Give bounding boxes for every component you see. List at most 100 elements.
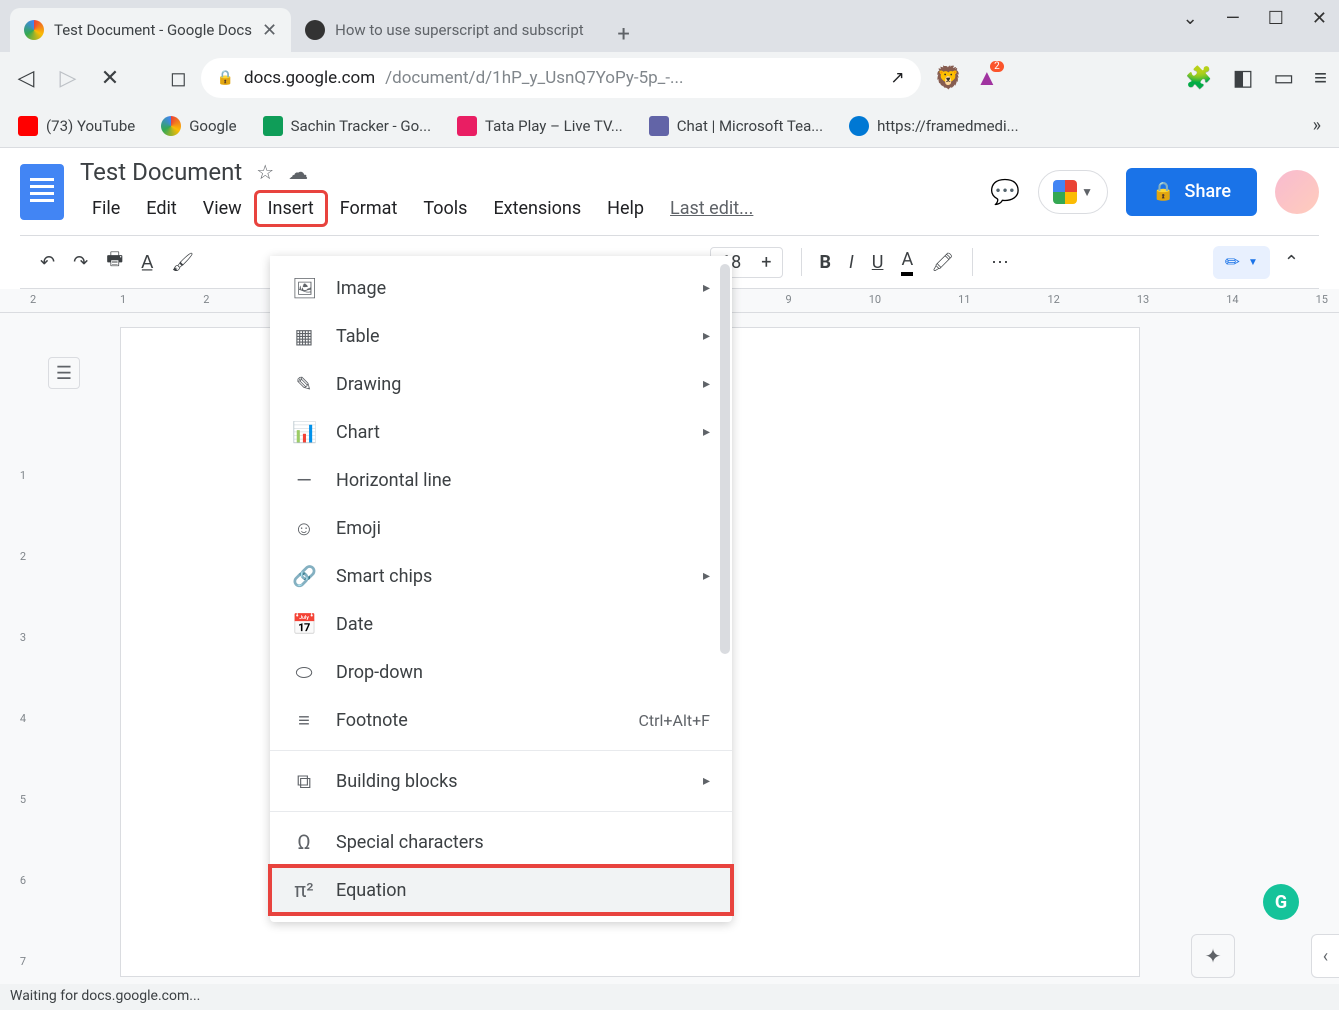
status-bar: Waiting for docs.google.com... (0, 984, 1339, 1010)
docs-logo-icon[interactable] (20, 164, 64, 220)
menu-help[interactable]: Help (595, 192, 656, 225)
browser-tab-inactive[interactable]: How to use superscript and subscript (291, 8, 598, 52)
tab-favicon-icon (305, 20, 325, 40)
text-color-button[interactable]: A (901, 249, 913, 276)
menu-file[interactable]: File (80, 192, 132, 225)
side-panel-toggle[interactable]: ‹ (1311, 934, 1339, 978)
menu-item-label: Equation (336, 880, 406, 901)
new-tab-button[interactable]: + (606, 16, 642, 52)
undo-button[interactable]: ↶ (40, 252, 55, 273)
bookmark-framed[interactable]: https://framedmedi... (849, 116, 1018, 136)
menu-extensions[interactable]: Extensions (481, 192, 593, 225)
chart-icon: 📊 (292, 420, 316, 444)
address-bar[interactable]: 🔒 docs.google.com/document/d/1hP_y_UsnQ7… (201, 58, 921, 98)
ruler-mark: 2 (203, 293, 209, 306)
ruler-mark: 11 (958, 293, 970, 306)
bold-button[interactable]: B (820, 252, 832, 273)
smart-chips-icon: 🔗 (292, 564, 316, 588)
underline-button[interactable]: U (872, 252, 884, 273)
bookmark-page-icon[interactable]: ◻ (170, 66, 187, 90)
print-button[interactable]: 🖶 (106, 247, 123, 277)
insert-menu-item-building-blocks[interactable]: ⧉Building blocks▸ (270, 757, 732, 805)
meet-button[interactable]: ▼ (1038, 170, 1108, 214)
bookmark-sheets[interactable]: Sachin Tracker - Go... (263, 116, 431, 136)
chevron-right-icon: ▸ (703, 773, 710, 789)
insert-menu-item-horizontal-line[interactable]: —Horizontal line (270, 456, 732, 504)
back-button[interactable]: ◁ (12, 66, 40, 91)
insert-menu-item-emoji[interactable]: ☺Emoji (270, 504, 732, 552)
minimize-icon[interactable]: — (1226, 8, 1240, 29)
share-url-icon[interactable]: ↗ (890, 68, 904, 88)
redo-button[interactable]: ↷ (73, 252, 88, 273)
browser-tab-active[interactable]: Test Document - Google Docs ✕ (10, 8, 291, 52)
insert-menu-item-smart-chips[interactable]: 🔗Smart chips▸ (270, 552, 732, 600)
sidebar-toggle-icon[interactable]: ◧ (1233, 66, 1254, 91)
insert-menu-item-drawing[interactable]: ✎Drawing▸ (270, 360, 732, 408)
url-host: docs.google.com (244, 68, 375, 88)
window-dropdown-icon[interactable]: ⌄ (1183, 8, 1198, 29)
chevron-down-icon: ▼ (1081, 185, 1093, 199)
explore-button[interactable]: ✦ (1191, 934, 1235, 978)
grammarly-icon[interactable]: G (1263, 884, 1299, 920)
last-edit-link[interactable]: Last edit... (670, 198, 753, 219)
horizontal-line-icon: — (292, 468, 316, 492)
tab-title: Test Document - Google Docs (54, 21, 252, 39)
vruler-mark: 2 (20, 550, 26, 563)
bookmark-teams[interactable]: Chat | Microsoft Tea... (649, 116, 823, 136)
building-blocks-icon: ⧉ (292, 769, 316, 793)
browser-menu-icon[interactable]: ≡ (1314, 65, 1327, 91)
footnote-icon: ≡ (292, 708, 316, 733)
wallet-icon[interactable]: ▭ (1273, 66, 1294, 91)
menu-item-label: Image (336, 278, 386, 299)
pencil-icon: ✏ (1225, 252, 1240, 273)
insert-menu-item-date[interactable]: 📅Date (270, 600, 732, 648)
forward-button[interactable]: ▷ (54, 66, 82, 91)
menu-view[interactable]: View (191, 192, 254, 225)
tata-icon (457, 116, 477, 136)
outline-toggle-button[interactable]: ☰ (48, 357, 80, 389)
vertical-ruler[interactable]: 1234567 (8, 333, 26, 968)
paint-format-button[interactable]: 🖌 (171, 252, 194, 273)
tab-close-icon[interactable]: ✕ (262, 20, 277, 41)
lock-icon: 🔒 (217, 70, 234, 86)
highlight-button[interactable]: 🖍 (931, 252, 954, 273)
font-size-increase[interactable]: + (751, 248, 781, 277)
insert-menu-item-special-characters[interactable]: ΩSpecial characters (270, 818, 732, 866)
menu-item-label: Smart chips (336, 566, 432, 587)
close-window-icon[interactable]: ✕ (1312, 8, 1327, 29)
maximize-icon[interactable]: ☐ (1268, 8, 1284, 29)
menu-insert[interactable]: Insert (256, 192, 326, 225)
document-title[interactable]: Test Document (80, 158, 242, 186)
menu-tools[interactable]: Tools (411, 192, 479, 225)
bookmarks-overflow-icon[interactable]: » (1313, 115, 1321, 136)
vruler-mark: 5 (20, 793, 26, 806)
cloud-save-icon[interactable]: ☁ (288, 160, 308, 184)
brave-shield-icon[interactable]: 🦁 (935, 66, 962, 91)
insert-menu-item-image[interactable]: 🖼Image▸ (270, 264, 732, 312)
youtube-icon (18, 116, 38, 136)
chevron-right-icon: ▸ (703, 328, 710, 344)
menu-item-label: Table (336, 326, 380, 347)
extensions-icon[interactable]: 🧩 (1185, 66, 1212, 91)
insert-menu-item-drop-down[interactable]: ⬭Drop-down (270, 648, 732, 696)
insert-menu-item-footnote[interactable]: ≡FootnoteCtrl+Alt+F (270, 696, 732, 744)
menu-edit[interactable]: Edit (134, 192, 188, 225)
insert-menu-item-equation[interactable]: π²Equation (270, 866, 732, 914)
account-avatar[interactable] (1275, 170, 1319, 214)
italic-button[interactable]: I (849, 252, 854, 273)
bookmark-google[interactable]: Google (161, 116, 236, 136)
insert-menu-item-table[interactable]: ▦Table▸ (270, 312, 732, 360)
comments-icon[interactable]: 💬 (990, 178, 1020, 206)
collapse-toolbar-icon[interactable]: ⌃ (1284, 252, 1299, 273)
star-icon[interactable]: ☆ (256, 160, 274, 184)
more-tools-button[interactable]: ⋯ (991, 252, 1009, 273)
brave-rewards-icon[interactable]: ▲ 2 (976, 65, 998, 91)
bookmark-tataplay[interactable]: Tata Play – Live TV... (457, 116, 623, 136)
share-button[interactable]: 🔒 Share (1126, 168, 1257, 216)
bookmark-youtube[interactable]: (73) YouTube (18, 116, 135, 136)
spellcheck-button[interactable]: A̲ (141, 252, 153, 273)
stop-reload-button[interactable]: ✕ (96, 66, 124, 91)
editing-mode-button[interactable]: ✏ ▼ (1213, 246, 1270, 279)
insert-menu-item-chart[interactable]: 📊Chart▸ (270, 408, 732, 456)
menu-format[interactable]: Format (328, 192, 410, 225)
